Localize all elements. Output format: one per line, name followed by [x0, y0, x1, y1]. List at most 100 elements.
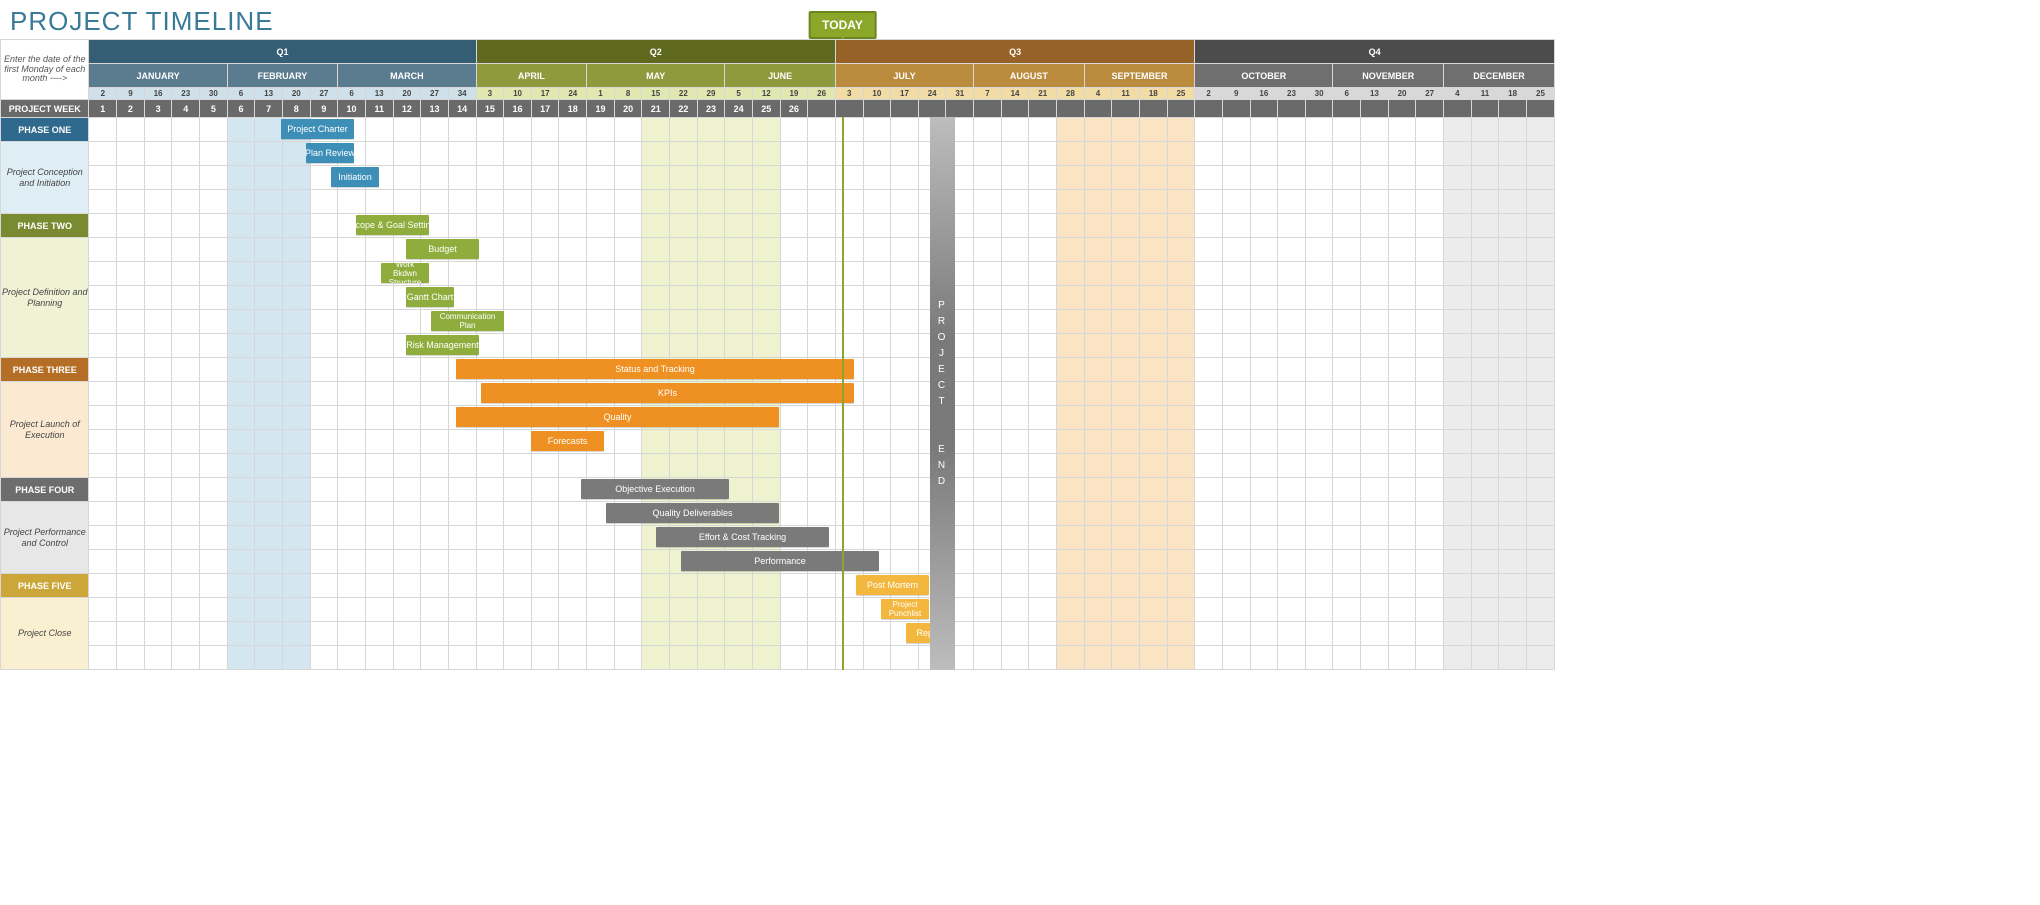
grid-cell[interactable] — [642, 214, 670, 238]
grid-cell[interactable] — [1222, 166, 1250, 190]
grid-cell[interactable] — [1195, 622, 1223, 646]
grid-cell[interactable] — [1139, 286, 1167, 310]
grid-cell[interactable] — [1222, 262, 1250, 286]
grid-cell[interactable] — [1333, 382, 1361, 406]
grid-cell[interactable] — [393, 478, 421, 502]
grid-cell[interactable] — [752, 358, 780, 382]
grid-cell[interactable] — [587, 286, 615, 310]
grid-cell[interactable] — [393, 262, 421, 286]
grid-cell[interactable] — [780, 262, 808, 286]
grid-cell[interactable] — [531, 454, 559, 478]
grid-cell[interactable] — [1333, 334, 1361, 358]
grid-cell[interactable] — [255, 406, 283, 430]
grid-cell[interactable] — [946, 142, 974, 166]
grid-cell[interactable] — [421, 142, 449, 166]
grid-cell[interactable] — [1499, 118, 1527, 142]
grid-cell[interactable] — [1001, 382, 1029, 406]
grid-cell[interactable] — [255, 286, 283, 310]
grid-cell[interactable] — [1499, 310, 1527, 334]
grid-cell[interactable] — [1167, 574, 1195, 598]
grid-cell[interactable] — [1471, 574, 1499, 598]
grid-cell[interactable] — [1167, 262, 1195, 286]
grid-cell[interactable] — [1084, 646, 1112, 670]
grid-cell[interactable] — [642, 598, 670, 622]
grid-cell[interactable] — [310, 166, 338, 190]
grid-cell[interactable] — [393, 214, 421, 238]
grid-cell[interactable] — [559, 550, 587, 574]
grid-cell[interactable] — [1333, 286, 1361, 310]
grid-cell[interactable] — [144, 214, 172, 238]
grid-cell[interactable] — [1001, 142, 1029, 166]
grid-cell[interactable] — [1361, 286, 1389, 310]
grid-cell[interactable] — [393, 550, 421, 574]
grid-cell[interactable] — [863, 574, 891, 598]
grid-cell[interactable] — [1222, 406, 1250, 430]
grid-cell[interactable] — [117, 262, 145, 286]
grid-cell[interactable] — [1139, 262, 1167, 286]
grid-cell[interactable] — [697, 382, 725, 406]
grid-cell[interactable] — [1084, 550, 1112, 574]
grid-cell[interactable] — [476, 190, 504, 214]
grid-cell[interactable] — [863, 238, 891, 262]
grid-cell[interactable] — [725, 574, 753, 598]
grid-cell[interactable] — [531, 526, 559, 550]
grid-cell[interactable] — [587, 454, 615, 478]
grid-cell[interactable] — [808, 478, 836, 502]
grid-cell[interactable] — [1526, 622, 1554, 646]
grid-cell[interactable] — [1112, 166, 1140, 190]
grid-cell[interactable] — [918, 142, 946, 166]
grid-cell[interactable] — [918, 310, 946, 334]
grid-cell[interactable] — [1305, 166, 1333, 190]
grid-cell[interactable] — [752, 478, 780, 502]
grid-cell[interactable] — [697, 238, 725, 262]
grid-cell[interactable] — [1305, 214, 1333, 238]
grid-cell[interactable] — [1526, 646, 1554, 670]
grid-cell[interactable] — [1250, 526, 1278, 550]
grid-cell[interactable] — [918, 262, 946, 286]
grid-cell[interactable] — [1471, 622, 1499, 646]
grid-cell[interactable] — [1112, 574, 1140, 598]
grid-cell[interactable] — [808, 550, 836, 574]
grid-cell[interactable] — [1305, 622, 1333, 646]
grid-cell[interactable] — [780, 238, 808, 262]
grid-cell[interactable] — [1333, 238, 1361, 262]
grid-cell[interactable] — [117, 574, 145, 598]
grid-cell[interactable] — [1526, 526, 1554, 550]
grid-cell[interactable] — [946, 598, 974, 622]
grid-cell[interactable] — [1444, 382, 1472, 406]
grid-cell[interactable] — [1416, 622, 1444, 646]
grid-cell[interactable] — [1305, 238, 1333, 262]
grid-cell[interactable] — [338, 358, 366, 382]
grid-cell[interactable] — [1526, 118, 1554, 142]
grid-cell[interactable] — [144, 478, 172, 502]
grid-cell[interactable] — [559, 430, 587, 454]
grid-cell[interactable] — [1167, 502, 1195, 526]
grid-cell[interactable] — [725, 430, 753, 454]
grid-cell[interactable] — [1526, 262, 1554, 286]
grid-cell[interactable] — [1029, 454, 1057, 478]
grid-cell[interactable] — [1388, 214, 1416, 238]
grid-cell[interactable] — [697, 142, 725, 166]
grid-cell[interactable] — [725, 598, 753, 622]
grid-cell[interactable] — [1250, 358, 1278, 382]
grid-cell[interactable] — [89, 118, 117, 142]
grid-cell[interactable] — [642, 526, 670, 550]
grid-cell[interactable] — [117, 334, 145, 358]
grid-cell[interactable] — [1278, 430, 1306, 454]
grid-cell[interactable] — [1444, 118, 1472, 142]
grid-cell[interactable] — [559, 142, 587, 166]
grid-cell[interactable] — [172, 310, 200, 334]
grid-cell[interactable] — [1057, 574, 1085, 598]
grid-cell[interactable] — [1222, 574, 1250, 598]
grid-cell[interactable] — [1139, 622, 1167, 646]
grid-cell[interactable] — [1001, 430, 1029, 454]
grid-cell[interactable] — [1416, 358, 1444, 382]
grid-cell[interactable] — [1084, 238, 1112, 262]
grid-cell[interactable] — [1222, 646, 1250, 670]
grid-cell[interactable] — [1361, 190, 1389, 214]
grid-cell[interactable] — [200, 550, 228, 574]
grid-cell[interactable] — [1361, 382, 1389, 406]
grid-cell[interactable] — [255, 166, 283, 190]
grid-cell[interactable] — [835, 478, 863, 502]
grid-cell[interactable] — [725, 142, 753, 166]
